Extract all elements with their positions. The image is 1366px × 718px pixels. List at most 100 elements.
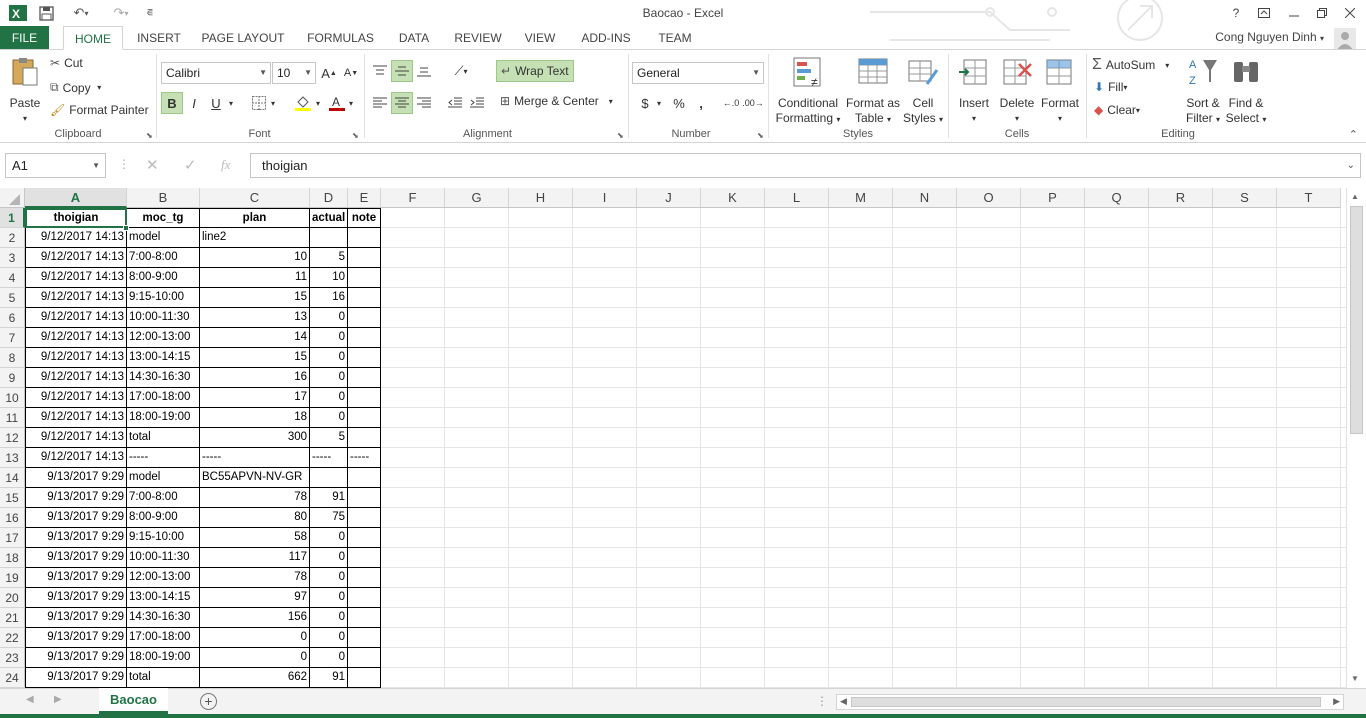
table-cell[interactable]: 10:00-11:30 (127, 548, 200, 568)
fill-button[interactable]: ⬇ Fill ▾ (1094, 80, 1127, 94)
font-color-dropdown-icon[interactable]: ▾ (345, 92, 357, 114)
delete-cells-button[interactable]: Delete ▾ (996, 56, 1038, 126)
table-cell[interactable]: 9/12/2017 14:13 (25, 248, 127, 268)
table-cell[interactable]: 8:00-9:00 (127, 268, 200, 288)
name-box[interactable]: A1 ▼ (5, 153, 106, 178)
table-cell[interactable]: 91 (310, 488, 348, 508)
decrease-decimal-icon[interactable]: .00→ (742, 92, 764, 114)
table-cell[interactable]: 14 (200, 328, 310, 348)
table-cell[interactable] (310, 228, 348, 248)
tab-review[interactable]: REVIEW (451, 26, 505, 50)
tab-team[interactable]: TEAM (652, 26, 698, 50)
row-header[interactable]: 22 (0, 628, 25, 648)
table-cell[interactable]: 9:15-10:00 (127, 528, 200, 548)
table-cell[interactable] (348, 348, 381, 368)
table-cell[interactable]: 16 (200, 368, 310, 388)
table-cell[interactable]: 9/12/2017 14:13 (25, 228, 127, 248)
table-cell[interactable] (348, 248, 381, 268)
format-painter-button[interactable]: 🖌 Format Painter (50, 103, 149, 117)
table-cell[interactable]: ----- (200, 448, 310, 468)
row-header[interactable]: 1 (0, 208, 25, 228)
column-header-d[interactable]: D (310, 188, 348, 208)
column-header-c[interactable]: C (200, 188, 310, 208)
copy-button[interactable]: ⧉ Copy ▾ (50, 80, 101, 95)
table-cell[interactable]: 9/12/2017 14:13 (25, 448, 127, 468)
table-cell[interactable]: 300 (200, 428, 310, 448)
column-header-n[interactable]: N (893, 188, 957, 208)
table-cell[interactable]: 9/12/2017 14:13 (25, 348, 127, 368)
horizontal-scroll-thumb[interactable] (851, 697, 1321, 707)
row-header[interactable]: 2 (0, 228, 25, 248)
font-launcher-icon[interactable]: ⬊ (352, 131, 359, 140)
table-cell[interactable]: 97 (200, 588, 310, 608)
bottom-align-button[interactable] (413, 60, 435, 82)
table-cell[interactable]: 0 (200, 648, 310, 668)
table-cell[interactable]: 0 (310, 388, 348, 408)
row-header[interactable]: 12 (0, 428, 25, 448)
header-cell[interactable]: moc_tg (127, 208, 200, 228)
table-cell[interactable]: 9/12/2017 14:13 (25, 308, 127, 328)
row-header[interactable]: 20 (0, 588, 25, 608)
table-cell[interactable]: 7:00-8:00 (127, 488, 200, 508)
number-format-combo[interactable]: General ▼ (632, 62, 764, 84)
font-name-combo[interactable]: Calibri ▼ (161, 62, 271, 84)
table-cell[interactable]: 13:00-14:15 (127, 348, 200, 368)
header-cell[interactable]: actual (310, 208, 348, 228)
table-cell[interactable] (348, 668, 381, 688)
decrease-indent-button[interactable] (444, 92, 466, 114)
insert-cells-button[interactable]: Insert ▾ (954, 56, 994, 126)
table-cell[interactable]: 9/13/2017 9:29 (25, 628, 127, 648)
table-cell[interactable]: line2 (200, 228, 310, 248)
table-cell[interactable] (348, 368, 381, 388)
help-button[interactable]: ? (1222, 2, 1250, 24)
table-cell[interactable]: ----- (310, 448, 348, 468)
formula-input[interactable]: thoigian ⌄ (250, 153, 1361, 178)
fill-handle[interactable] (123, 225, 129, 231)
align-left-button[interactable] (369, 92, 391, 114)
table-cell[interactable]: 17:00-18:00 (127, 388, 200, 408)
bold-button[interactable]: B (161, 92, 183, 114)
table-cell[interactable]: 78 (200, 488, 310, 508)
table-cell[interactable] (348, 568, 381, 588)
fill-color-dropdown-icon[interactable]: ▾ (312, 92, 324, 114)
column-header-l[interactable]: L (765, 188, 829, 208)
table-cell[interactable]: 9/13/2017 9:29 (25, 608, 127, 628)
table-cell[interactable] (348, 468, 381, 488)
table-cell[interactable] (348, 428, 381, 448)
conditional-formatting-button[interactable]: ≠ Conditional Formatting ▾ (772, 56, 844, 127)
insert-function-icon[interactable]: fx (221, 157, 230, 173)
collapse-ribbon-icon[interactable]: ⌃ (1349, 128, 1358, 141)
table-cell[interactable]: 9/13/2017 9:29 (25, 648, 127, 668)
table-cell[interactable]: 9/13/2017 9:29 (25, 488, 127, 508)
row-header[interactable]: 4 (0, 268, 25, 288)
row-header[interactable]: 14 (0, 468, 25, 488)
number-launcher-icon[interactable]: ⬊ (757, 131, 764, 140)
clipboard-launcher-icon[interactable]: ⬊ (146, 131, 153, 140)
autosum-button[interactable]: Σ AutoSum ▾ (1092, 56, 1169, 74)
sheet-tab-baocao[interactable]: Baocao (99, 688, 168, 714)
minimize-icon[interactable] (1280, 2, 1308, 24)
table-cell[interactable] (348, 308, 381, 328)
currency-dropdown-icon[interactable]: ▾ (653, 92, 665, 114)
row-header[interactable]: 15 (0, 488, 25, 508)
user-name[interactable]: Cong Nguyen Dinh ▾ (1215, 30, 1324, 44)
table-cell[interactable]: 12:00-13:00 (127, 328, 200, 348)
tab-file[interactable]: FILE (0, 26, 49, 50)
column-header-r[interactable]: R (1149, 188, 1213, 208)
table-cell[interactable]: 0 (310, 528, 348, 548)
merge-center-button[interactable]: ⊞ Merge & Center ▾ (500, 94, 613, 108)
tab-view[interactable]: VIEW (520, 26, 560, 50)
table-cell[interactable]: 15 (200, 288, 310, 308)
column-header-o[interactable]: O (957, 188, 1021, 208)
table-cell[interactable]: 80 (200, 508, 310, 528)
table-cell[interactable]: 9/12/2017 14:13 (25, 268, 127, 288)
header-cell[interactable]: thoigian (25, 208, 127, 228)
table-cell[interactable]: 58 (200, 528, 310, 548)
table-cell[interactable]: 0 (310, 328, 348, 348)
table-cell[interactable]: 9:15-10:00 (127, 288, 200, 308)
column-header-m[interactable]: M (829, 188, 893, 208)
next-sheet-icon[interactable]: ▶ (54, 694, 62, 705)
table-cell[interactable]: 0 (310, 628, 348, 648)
table-cell[interactable]: 10 (200, 248, 310, 268)
column-header-j[interactable]: J (637, 188, 701, 208)
